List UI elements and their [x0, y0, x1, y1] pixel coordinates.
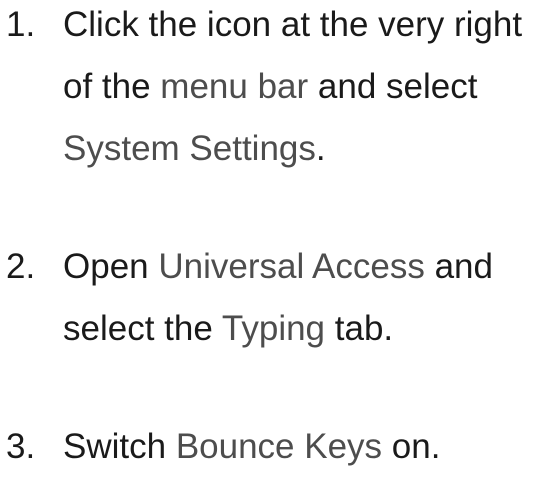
step-text-segment: on. — [382, 427, 441, 466]
step-text: Click the icon at the very right of the … — [63, 0, 558, 180]
step-number: 3. — [6, 427, 36, 466]
gui-term-system-settings: System Settings — [63, 129, 316, 168]
step-text-segment: and select — [308, 67, 478, 106]
step-text: Open Universal Access and select the Typ… — [63, 236, 558, 360]
step-text-segment: . — [315, 129, 326, 168]
step-text: Switch Bounce Keys on. — [63, 416, 558, 478]
step-number: 2. — [6, 247, 36, 286]
gui-term-universal-access: Universal Access — [158, 247, 425, 286]
gui-term-bounce-keys: Bounce Keys — [175, 427, 383, 466]
step-number: 1. — [6, 5, 36, 44]
step-text-segment: Switch — [63, 427, 176, 466]
step-text-segment: tab. — [325, 309, 394, 348]
step-text-segment: Open — [63, 247, 159, 286]
gui-term-menu-bar: menu bar — [160, 67, 309, 106]
gui-term-typing: Typing — [221, 309, 326, 348]
